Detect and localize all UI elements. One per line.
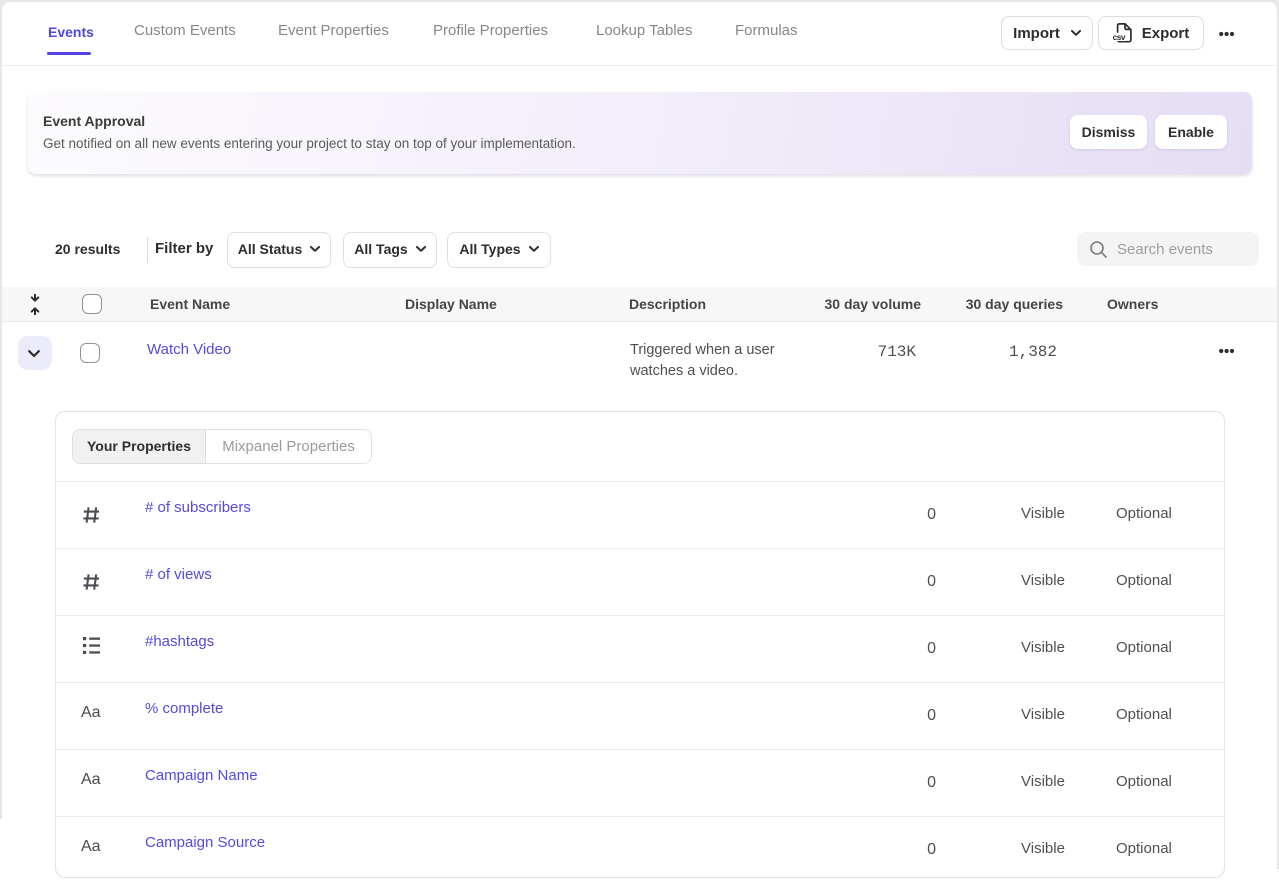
- svg-text:csv: csv: [1113, 33, 1126, 42]
